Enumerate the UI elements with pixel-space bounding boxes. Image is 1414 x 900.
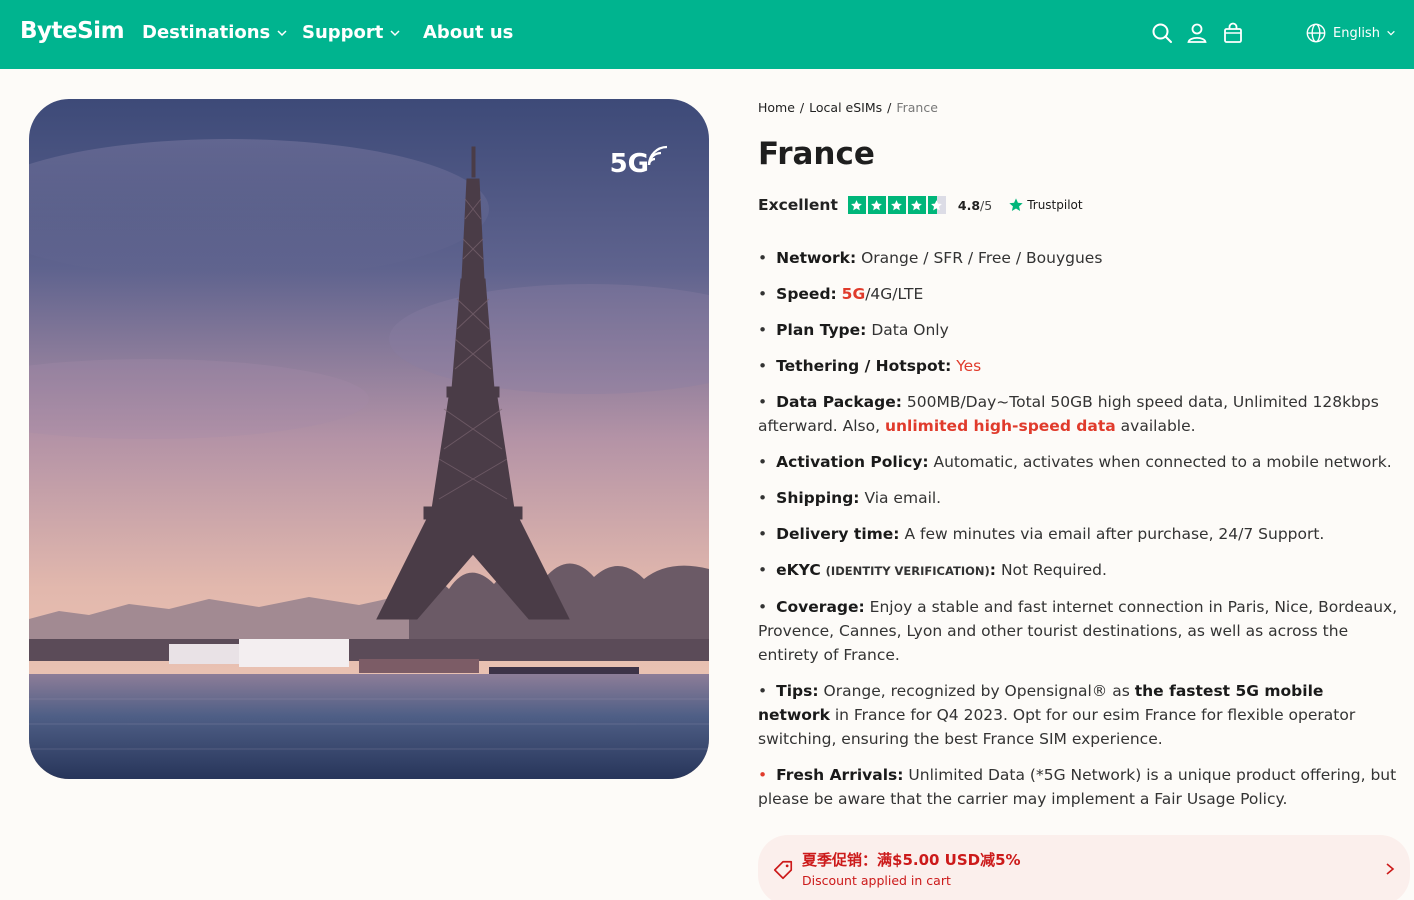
breadcrumb-local-esims[interactable]: Local eSIMs: [809, 100, 882, 115]
star-icon: [867, 196, 886, 214]
spec-fresh-arrivals: Fresh Arrivals: Unlimited Data (*5G Netw…: [758, 763, 1398, 811]
spec-label: Network:: [776, 249, 857, 267]
spec-ekyc: eKYC (IDENTITY VERIFICATION): Not Requir…: [758, 558, 1398, 583]
half-star-icon: [927, 196, 946, 214]
nav-support-label: Support: [302, 22, 384, 43]
search-icon[interactable]: [1150, 21, 1174, 45]
star-icon: [907, 196, 926, 214]
spec-tethering: Tethering / Hotspot: Yes: [758, 354, 1398, 378]
spec-label: Shipping:: [776, 489, 860, 507]
nav-support[interactable]: Support: [302, 22, 401, 43]
product-specs-list: Network: Orange / SFR / Free / Bouygues …: [758, 246, 1398, 823]
spec-label: Tethering / Hotspot:: [776, 357, 952, 375]
nav-about-label: About us: [423, 22, 514, 43]
rating-value: 4.8: [957, 197, 981, 213]
globe-icon: [1306, 23, 1326, 43]
rating-stars: [847, 196, 946, 214]
wifi-signal-icon: [647, 145, 668, 166]
spec-activation: Activation Policy: Automatic, activates …: [758, 450, 1398, 474]
rating-score: 4.8/5: [958, 198, 992, 213]
chevron-down-icon: [390, 29, 400, 36]
breadcrumb-separator: /: [799, 100, 805, 115]
spec-speed: Speed: 5G/4G/LTE: [758, 282, 1398, 306]
top-navigation-bar: ByteSim Destinations Support About us En…: [0, 0, 1414, 69]
spec-data-package: Data Package: 500MB/Day~Total 50GB high …: [758, 390, 1398, 438]
price-tag-icon: [773, 860, 793, 880]
user-icon[interactable]: [1185, 21, 1209, 45]
promo-subtitle: Discount applied in cart: [802, 873, 951, 888]
unlimited-data-link[interactable]: unlimited high-speed data: [885, 417, 1116, 435]
promo-title: 夏季促销：满$5.00 USD减5%: [802, 851, 1021, 869]
spec-label: Tips:: [776, 682, 819, 700]
product-title: France: [758, 136, 875, 172]
eiffel-tower-photo: [29, 99, 709, 779]
star-icon: [847, 196, 866, 214]
spec-plan-type: Plan Type: Data Only: [758, 318, 1398, 342]
trustpilot-label: Trustpilot: [1027, 198, 1083, 212]
spec-value: Data Only: [871, 321, 949, 339]
spec-value: Orange / SFR / Free / Bouygues: [861, 249, 1103, 267]
spec-value: Via email.: [864, 489, 942, 507]
bytesim-logo[interactable]: ByteSim: [20, 18, 125, 44]
trustpilot-star-icon: [1009, 198, 1023, 211]
spec-label: Delivery time:: [776, 525, 900, 543]
spec-tips: Tips: Orange, recognized by Opensignal® …: [758, 679, 1398, 751]
promo-banner[interactable]: 夏季促销：满$5.00 USD减5% Discount applied in c…: [758, 835, 1410, 900]
spec-label: Speed:: [776, 285, 837, 303]
breadcrumb-home[interactable]: Home: [758, 100, 795, 115]
rating-max: /5: [980, 197, 993, 213]
product-image-eiffel-tower: 5G: [29, 99, 709, 779]
breadcrumb-current: France: [896, 100, 938, 115]
spec-label: Plan Type:: [776, 321, 867, 339]
nav-about-us[interactable]: About us: [423, 22, 513, 43]
spec-label: Data Package:: [776, 393, 902, 411]
breadcrumb: Home / Local eSIMs / France: [758, 100, 938, 115]
spec-label: Fresh Arrivals:: [776, 766, 904, 784]
spec-value: /4G/LTE: [865, 285, 924, 303]
spec-delivery: Delivery time: A few minutes via email a…: [758, 522, 1398, 546]
5g-badge: 5G: [610, 145, 669, 179]
spec-value: available.: [1120, 417, 1196, 435]
spec-label: eKYC: [776, 561, 821, 579]
spec-shipping: Shipping: Via email.: [758, 486, 1398, 510]
rating-label: Excellent: [758, 196, 838, 214]
spec-value: Not Required.: [1000, 561, 1107, 579]
cart-icon[interactable]: [1221, 21, 1245, 45]
nav-destinations-label: Destinations: [142, 22, 271, 43]
trustpilot-logo[interactable]: Trustpilot: [1008, 197, 1083, 213]
language-label: English: [1333, 25, 1380, 41]
spec-network: Network: Orange / SFR / Free / Bouygues: [758, 246, 1398, 270]
spec-colon: :: [989, 561, 996, 579]
spec-value: in France for Q4 2023. Opt for our esim …: [758, 706, 1356, 748]
speed-5g-highlight: 5G: [841, 285, 866, 303]
chevron-down-icon: [277, 29, 287, 36]
chevron-right-icon: [1386, 863, 1395, 875]
nav-destinations[interactable]: Destinations: [142, 22, 288, 43]
spec-label: Activation Policy:: [776, 453, 929, 471]
spec-value: Automatic, activates when connected to a…: [933, 453, 1392, 471]
spec-label: Coverage:: [776, 598, 865, 616]
spec-value: A few minutes via email after purchase, …: [904, 525, 1325, 543]
breadcrumb-separator: /: [887, 100, 892, 115]
spec-coverage: Coverage: Enjoy a stable and fast intern…: [758, 595, 1398, 667]
spec-value: Yes: [956, 357, 982, 375]
spec-value: Orange, recognized by Opensignal® as: [823, 682, 1130, 700]
chevron-down-icon: [1387, 30, 1395, 36]
5g-badge-label: 5G: [609, 149, 649, 179]
language-selector[interactable]: English: [1305, 22, 1396, 44]
star-icon: [887, 196, 906, 214]
trustpilot-rating[interactable]: Excellent 4.8/5 Trustpilot: [758, 194, 1083, 216]
spec-sublabel: (IDENTITY VERIFICATION): [825, 564, 990, 578]
